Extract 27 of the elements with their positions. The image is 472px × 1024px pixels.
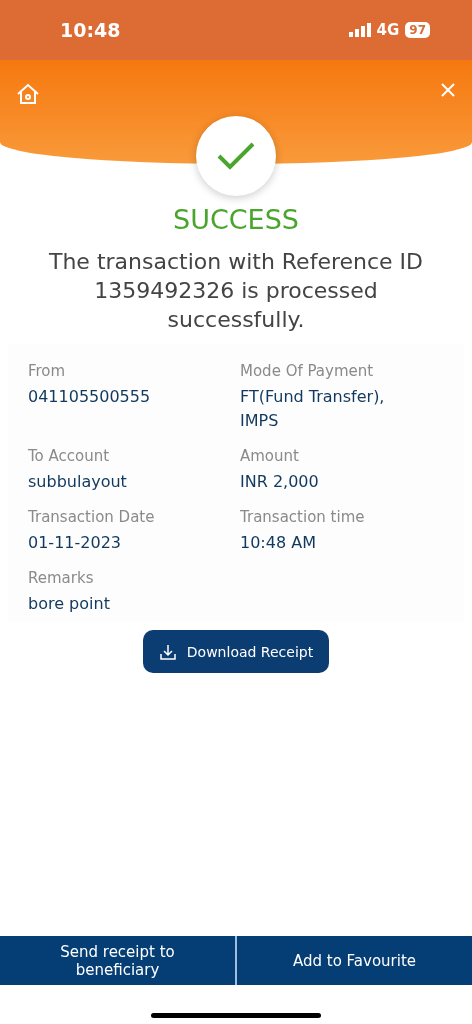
detail-label: Transaction time (240, 508, 366, 526)
detail-value: subbulayout (28, 471, 128, 493)
download-icon (158, 642, 177, 661)
checkmark-icon (217, 142, 255, 170)
detail-value: INR 2,000 (240, 471, 320, 493)
send-receipt-button[interactable]: Send receipt to beneficiary (0, 936, 235, 985)
detail-value: bore point (28, 593, 111, 615)
add-favourite-button[interactable]: Add to Favourite (235, 936, 472, 985)
detail-value: 10:48 AM (240, 532, 317, 554)
detail-label: From (28, 362, 67, 380)
detail-label: Remarks (28, 569, 95, 587)
detail-label: Mode Of Payment (240, 362, 375, 380)
status-time: 10:48 (60, 19, 121, 41)
status-title: SUCCESS (172, 204, 300, 235)
close-icon[interactable] (440, 82, 456, 98)
detail-label: Amount (240, 447, 300, 465)
home-icon[interactable] (16, 82, 40, 106)
detail-value: 041105500555 (28, 386, 152, 408)
detail-label: Transaction Date (28, 508, 156, 526)
download-receipt-button[interactable]: Download Receipt (142, 630, 330, 673)
signal-icon (348, 23, 371, 37)
battery-level: 97 (405, 22, 430, 38)
detail-value: FT(Fund Transfer), IMPS (240, 386, 386, 432)
detail-label: To Account (28, 447, 111, 465)
network-label: 4G (376, 21, 400, 39)
detail-value: 01-11-2023 (28, 532, 122, 554)
status-message: The transaction with Reference ID 1359492326 is processed successfully. (47, 248, 425, 334)
